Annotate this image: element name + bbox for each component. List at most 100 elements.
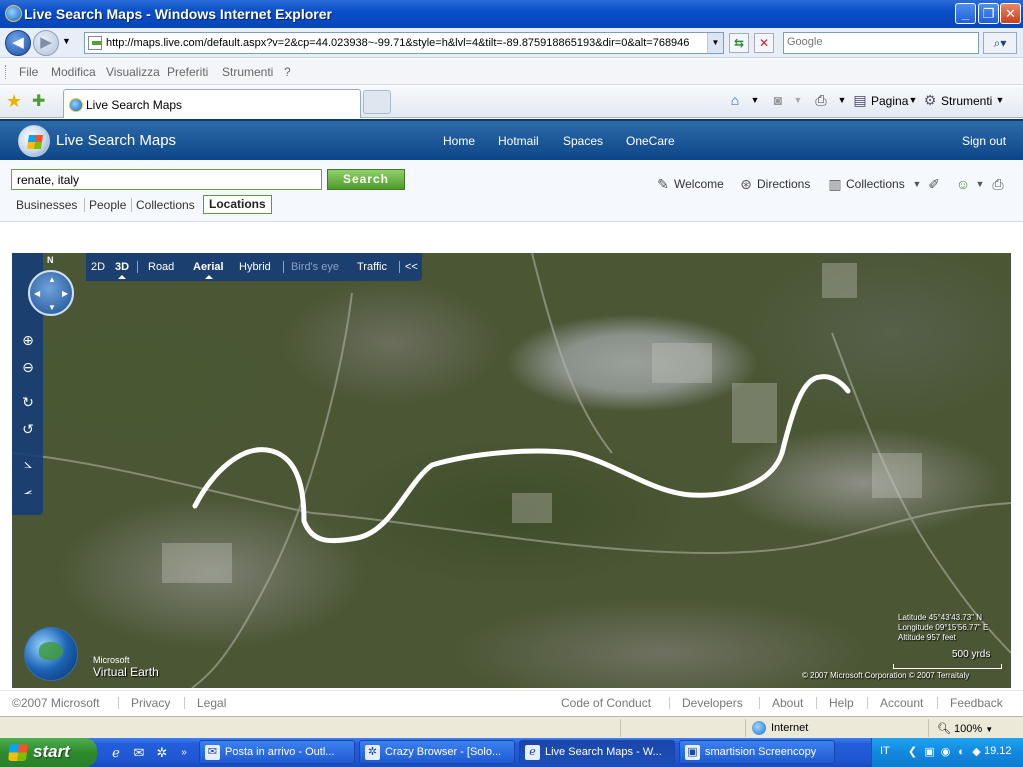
quicklaunch-app-icon[interactable]: ✲ bbox=[154, 745, 170, 761]
tilt-down-icon[interactable]: ⦟ bbox=[19, 480, 37, 498]
zoom-in-icon[interactable]: ⊕ bbox=[19, 331, 37, 349]
view-3d[interactable]: 3D bbox=[115, 261, 129, 273]
taskbar-item-screencopy[interactable]: ▣ smartision Screencopy bbox=[679, 740, 835, 764]
address-field[interactable]: http://maps.live.com/default.aspx?v=2&cp… bbox=[84, 32, 724, 54]
filter-locations[interactable]: Locations bbox=[203, 195, 272, 214]
collections-tool[interactable]: Collections bbox=[846, 177, 905, 191]
pan-up-icon[interactable]: ▲ bbox=[48, 275, 56, 284]
nav-onecare[interactable]: OneCare bbox=[626, 134, 675, 148]
collections-icon[interactable]: ▥ bbox=[827, 176, 843, 192]
rotate-counterclockwise-icon[interactable]: ↺ bbox=[19, 420, 37, 438]
style-aerial[interactable]: Aerial bbox=[193, 261, 224, 273]
language-indicator[interactable]: IT bbox=[880, 745, 890, 757]
page-dropdown-icon[interactable]: ▼ bbox=[905, 92, 921, 108]
footer-privacy-link[interactable]: Privacy bbox=[131, 696, 170, 710]
site-title[interactable]: Live Search Maps bbox=[56, 132, 176, 149]
footer-legal-link[interactable]: Legal bbox=[197, 696, 226, 710]
search-button[interactable]: Search bbox=[327, 169, 405, 190]
share-people-icon[interactable]: ☺ bbox=[955, 176, 971, 192]
welcome-icon[interactable]: ✎ bbox=[655, 176, 671, 192]
favorites-star-icon[interactable]: ★ bbox=[6, 91, 22, 112]
sign-out-link[interactable]: Sign out bbox=[962, 134, 1006, 148]
tray-network-icon[interactable]: ▣ bbox=[922, 745, 937, 760]
menu-help[interactable]: ? bbox=[284, 65, 291, 79]
print-dropdown-icon[interactable]: ▼ bbox=[834, 92, 850, 108]
traffic-toggle[interactable]: Traffic bbox=[357, 261, 387, 273]
tray-expand-icon[interactable]: ❮ bbox=[905, 745, 920, 760]
address-dropdown-icon[interactable]: ▼ bbox=[707, 33, 723, 53]
print-icon[interactable]: ⎙ bbox=[813, 92, 829, 108]
window-title-bar[interactable]: Live Search Maps - Windows Internet Expl… bbox=[0, 0, 1023, 28]
style-hybrid[interactable]: Hybrid bbox=[239, 261, 271, 273]
style-road[interactable]: Road bbox=[148, 261, 174, 273]
back-button[interactable]: ◀ bbox=[5, 30, 31, 56]
footer-help-link[interactable]: Help bbox=[829, 696, 854, 710]
taskbar-item-crazy-browser[interactable]: ✲ Crazy Browser - [Solo... bbox=[359, 740, 515, 764]
taskbar-item-outlook[interactable]: ✉ Posta in arrivo - Outl... bbox=[199, 740, 355, 764]
quicklaunch-ie-icon[interactable]: ℯ bbox=[108, 745, 124, 761]
footer-code-of-conduct-link[interactable]: Code of Conduct bbox=[561, 696, 651, 710]
filter-businesses[interactable]: Businesses bbox=[16, 198, 77, 212]
restore-button[interactable]: ❐ bbox=[978, 3, 999, 24]
add-favorites-icon[interactable]: ✚ bbox=[32, 91, 45, 111]
zoom-out-icon[interactable]: ⊖ bbox=[19, 358, 37, 376]
tray-security-icon[interactable]: ◉ bbox=[938, 745, 953, 760]
zoom-level[interactable]: 🔍︎ 100% ▼ bbox=[937, 722, 993, 735]
minimize-button[interactable]: _ bbox=[955, 3, 976, 24]
collections-dropdown-icon[interactable]: ▼ bbox=[909, 176, 925, 192]
page-menu[interactable]: Pagina bbox=[871, 94, 908, 108]
footer-developers-link[interactable]: Developers bbox=[682, 696, 743, 710]
view-2d[interactable]: 2D bbox=[91, 261, 105, 273]
recent-pages-dropdown-icon[interactable]: ▼ bbox=[62, 36, 71, 46]
home-icon[interactable]: ⌂ bbox=[727, 92, 743, 108]
collapse-toolbar-button[interactable]: << bbox=[405, 261, 418, 273]
close-button[interactable]: ✕ bbox=[1000, 3, 1021, 24]
live-search-logo-icon[interactable] bbox=[18, 125, 50, 157]
tray-app-icon[interactable]: ◆ bbox=[969, 745, 984, 760]
menu-file[interactable]: File bbox=[19, 65, 38, 79]
aerial-map[interactable]: ⊕ ⊖ ↻ ↺ ⦣ ⦟ N ▲ ▼ ◀ ▶ 2D 3D Road Aerial … bbox=[12, 253, 1011, 688]
forward-button[interactable]: ▶ bbox=[33, 30, 59, 56]
tab-live-search-maps[interactable]: Live Search Maps bbox=[63, 89, 361, 118]
browser-search-input[interactable] bbox=[787, 36, 977, 48]
taskbar-item-live-search-maps[interactable]: ℯ Live Search Maps - W... bbox=[519, 740, 675, 764]
zoom-dropdown-icon[interactable]: ▼ bbox=[985, 725, 993, 734]
filter-people[interactable]: People bbox=[89, 198, 126, 212]
start-button[interactable]: start bbox=[0, 738, 97, 767]
menu-modifica[interactable]: Modifica bbox=[51, 65, 96, 79]
nav-home[interactable]: Home bbox=[443, 134, 475, 148]
footer-account-link[interactable]: Account bbox=[880, 696, 923, 710]
pan-right-icon[interactable]: ▶ bbox=[62, 289, 68, 298]
nav-spaces[interactable]: Spaces bbox=[563, 134, 603, 148]
print-map-icon[interactable]: ⎙ bbox=[990, 176, 1006, 192]
welcome-tool[interactable]: Welcome bbox=[674, 177, 724, 191]
feeds-dropdown-icon[interactable]: ▼ bbox=[790, 92, 806, 108]
new-tab-button[interactable] bbox=[363, 90, 391, 114]
edit-icon[interactable]: ✐ bbox=[926, 176, 942, 192]
nav-hotmail[interactable]: Hotmail bbox=[498, 134, 539, 148]
pan-left-icon[interactable]: ◀ bbox=[34, 289, 40, 298]
filter-collections[interactable]: Collections bbox=[136, 198, 195, 212]
browser-search-box[interactable] bbox=[783, 32, 979, 54]
directions-tool[interactable]: Directions bbox=[757, 177, 810, 191]
browser-search-button[interactable]: ⌕▾ bbox=[983, 32, 1017, 54]
menu-strumenti[interactable]: Strumenti bbox=[222, 65, 273, 79]
menu-preferiti[interactable]: Preferiti bbox=[167, 65, 208, 79]
quicklaunch-outlook-icon[interactable]: ✉ bbox=[131, 745, 147, 761]
pan-down-icon[interactable]: ▼ bbox=[48, 303, 56, 312]
feeds-icon[interactable]: ◙ bbox=[770, 92, 786, 108]
footer-feedback-link[interactable]: Feedback bbox=[950, 696, 1003, 710]
footer-about-link[interactable]: About bbox=[772, 696, 803, 710]
quicklaunch-more-icon[interactable]: » bbox=[176, 745, 192, 761]
location-search-input[interactable] bbox=[11, 169, 322, 190]
steering-wheel-icon[interactable]: ⊛ bbox=[738, 176, 754, 192]
stop-button[interactable]: ✕ bbox=[754, 33, 774, 53]
tilt-up-icon[interactable]: ⦣ bbox=[19, 454, 37, 472]
menu-visualizza[interactable]: Visualizza bbox=[106, 65, 160, 79]
refresh-button[interactable]: ⇆ bbox=[729, 33, 749, 53]
tools-dropdown-icon[interactable]: ▼ bbox=[992, 92, 1008, 108]
rotate-clockwise-icon[interactable]: ↻ bbox=[19, 393, 37, 411]
compass-pan-control[interactable]: ▲ ▼ ◀ ▶ bbox=[28, 270, 74, 316]
tools-menu[interactable]: Strumenti bbox=[941, 94, 992, 108]
share-dropdown-icon[interactable]: ▼ bbox=[972, 176, 988, 192]
